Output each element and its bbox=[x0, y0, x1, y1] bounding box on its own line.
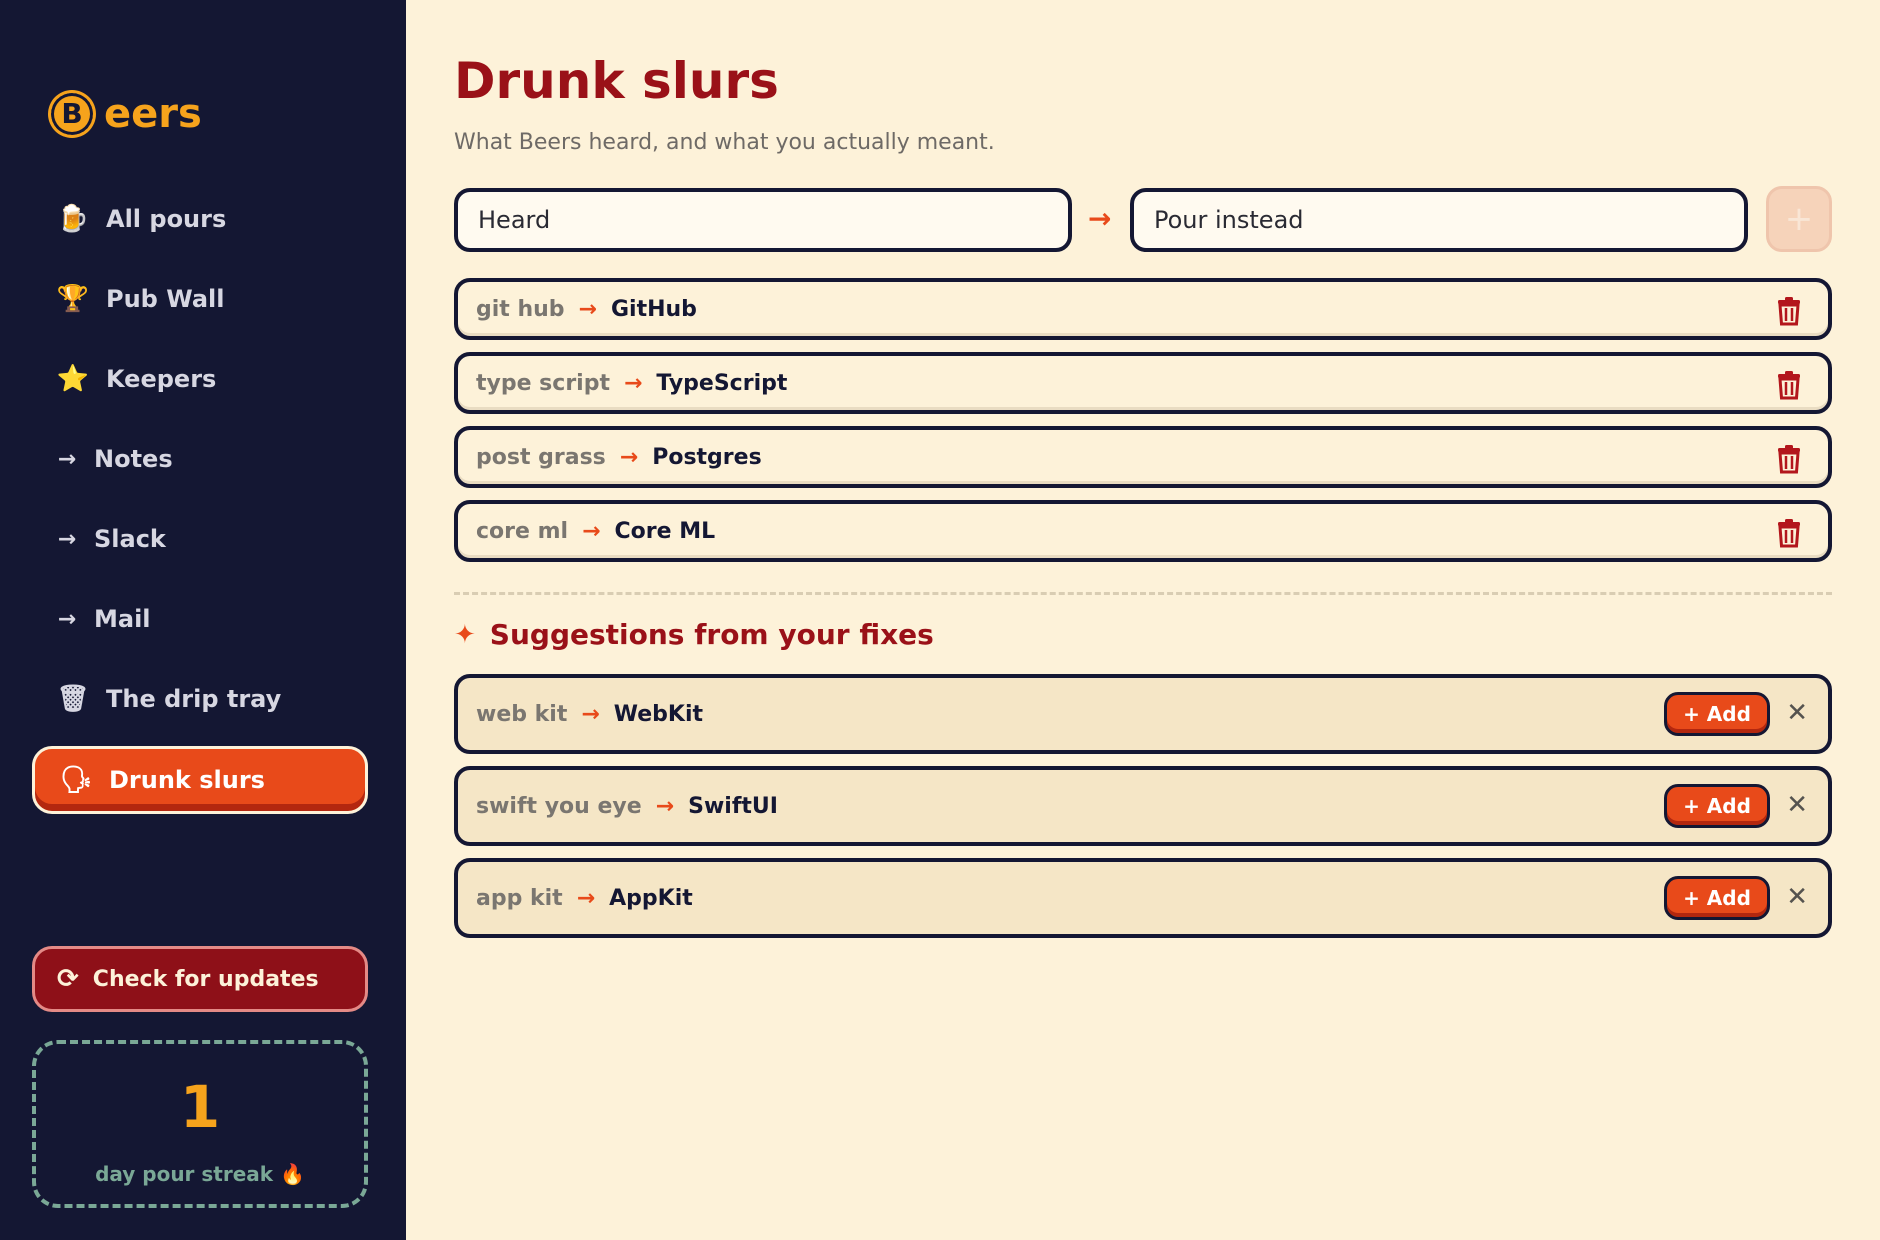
streak-count: 1 bbox=[179, 1073, 221, 1141]
add-rule-row: → + bbox=[454, 186, 1832, 252]
app-logo[interactable]: B eers bbox=[48, 90, 202, 138]
sidebar-item-label: Pub Wall bbox=[106, 285, 225, 313]
dismiss-icon[interactable]: ✕ bbox=[1786, 884, 1808, 910]
logo-badge-icon: B bbox=[48, 90, 96, 138]
add-suggestion-button[interactable]: + Add bbox=[1664, 692, 1770, 736]
star-icon: ⭐ bbox=[56, 364, 90, 394]
sidebar-item-all-pours[interactable]: 🍺 All pours bbox=[32, 186, 368, 252]
refresh-icon: ⟳ bbox=[57, 964, 79, 994]
rule-heard: type script bbox=[476, 370, 610, 396]
add-suggestion-button[interactable]: + Add bbox=[1664, 784, 1770, 828]
rule-pour: TypeScript bbox=[656, 370, 788, 396]
arrow-right-icon: → bbox=[581, 701, 600, 727]
arrow-right-icon: → bbox=[576, 885, 596, 911]
page-subtitle: What Beers heard, and what you actually … bbox=[454, 130, 995, 155]
sidebar-item-drip-tray[interactable]: 🗑 The drip tray bbox=[32, 666, 368, 732]
add-rule-button[interactable]: + bbox=[1766, 186, 1832, 252]
arrow-right-icon: → bbox=[619, 444, 639, 470]
rule-pour: GitHub bbox=[610, 296, 697, 322]
speaking-head-icon: 🗣 bbox=[59, 765, 93, 795]
sidebar-item-slack[interactable]: → Slack bbox=[32, 506, 368, 572]
plus-icon: + bbox=[1784, 199, 1814, 239]
page-title: Drunk slurs bbox=[454, 52, 779, 110]
rule-pour: Postgres bbox=[652, 444, 762, 470]
arrow-right-icon: → bbox=[655, 793, 675, 819]
sidebar-item-label: Notes bbox=[94, 445, 173, 473]
suggestion-row: web kit → WebKit + Add ✕ bbox=[454, 674, 1832, 754]
rule-heard: post grass bbox=[476, 444, 606, 470]
arrow-right-icon: → bbox=[57, 446, 77, 472]
rule-row: post grass → Postgres bbox=[454, 426, 1832, 488]
sidebar-item-label: The drip tray bbox=[106, 685, 282, 713]
suggestions-heading: ✦ Suggestions from your fixes bbox=[454, 618, 934, 651]
sidebar-item-pub-wall[interactable]: 🏆 Pub Wall bbox=[32, 266, 368, 332]
trash-icon[interactable] bbox=[1776, 444, 1802, 474]
trash-icon[interactable] bbox=[1776, 370, 1802, 400]
rule-heard: core ml bbox=[476, 518, 569, 544]
arrow-right-icon: → bbox=[578, 296, 597, 322]
streak-label: day pour streak 🔥 bbox=[95, 1162, 305, 1186]
trash-can-icon: 🗑 bbox=[56, 684, 90, 714]
suggestion-list: web kit → WebKit + Add ✕ swift you eye →… bbox=[454, 674, 1832, 950]
arrow-right-icon: → bbox=[57, 526, 77, 552]
suggestion-heard: web kit bbox=[476, 701, 568, 727]
sidebar-item-label: Mail bbox=[94, 605, 151, 633]
suggestions-title: Suggestions from your fixes bbox=[489, 618, 934, 651]
trash-icon[interactable] bbox=[1776, 296, 1802, 326]
sidebar-item-keepers[interactable]: ⭐ Keepers bbox=[32, 346, 368, 412]
sidebar-item-label: Drunk slurs bbox=[109, 766, 265, 794]
pour-streak-card: 1 day pour streak 🔥 bbox=[32, 1040, 368, 1208]
suggestion-row: app kit → AppKit + Add ✕ bbox=[454, 858, 1832, 938]
logo-letter: B bbox=[61, 97, 83, 130]
rule-heard: git hub bbox=[476, 296, 565, 322]
dismiss-icon[interactable]: ✕ bbox=[1786, 700, 1808, 726]
suggestion-heard: app kit bbox=[476, 885, 563, 911]
trash-icon[interactable] bbox=[1776, 518, 1802, 548]
sidebar-item-label: Slack bbox=[94, 525, 166, 553]
rule-row: type script → TypeScript bbox=[454, 352, 1832, 414]
suggestion-heard: swift you eye bbox=[476, 793, 642, 819]
section-divider bbox=[454, 592, 1832, 595]
suggestion-pour: WebKit bbox=[613, 701, 704, 727]
pour-instead-input[interactable] bbox=[1130, 188, 1748, 252]
sidebar-nav: 🍺 All pours 🏆 Pub Wall ⭐ Keepers → Notes… bbox=[32, 186, 368, 828]
arrow-right-icon: → bbox=[57, 606, 77, 632]
sidebar-item-drunk-slurs[interactable]: 🗣 Drunk slurs bbox=[32, 746, 368, 814]
rule-list: git hub → GitHub type script → TypeScrip… bbox=[454, 278, 1832, 574]
dismiss-icon[interactable]: ✕ bbox=[1786, 792, 1808, 818]
sidebar-item-label: Keepers bbox=[106, 365, 217, 393]
logo-text: eers bbox=[104, 91, 202, 137]
sidebar-item-notes[interactable]: → Notes bbox=[32, 426, 368, 492]
sidebar-item-label: All pours bbox=[106, 205, 227, 233]
arrow-right-icon: → bbox=[582, 518, 601, 544]
trophy-icon: 🏆 bbox=[56, 284, 90, 314]
heard-input[interactable] bbox=[454, 188, 1072, 252]
rule-row: core ml → Core ML bbox=[454, 500, 1832, 562]
check-for-updates-button[interactable]: ⟳ Check for updates bbox=[32, 946, 368, 1012]
suggestion-row: swift you eye → SwiftUI + Add ✕ bbox=[454, 766, 1832, 846]
add-suggestion-button[interactable]: + Add bbox=[1664, 876, 1770, 920]
rule-row: git hub → GitHub bbox=[454, 278, 1832, 340]
sidebar: B eers 🍺 All pours 🏆 Pub Wall ⭐ Keepers … bbox=[0, 0, 406, 1240]
arrow-right-icon: → bbox=[623, 370, 643, 396]
rule-pour: Core ML bbox=[614, 518, 716, 544]
suggestion-pour: SwiftUI bbox=[688, 793, 778, 819]
update-button-label: Check for updates bbox=[92, 966, 319, 992]
sparkle-icon: ✦ bbox=[454, 619, 476, 650]
suggestion-pour: AppKit bbox=[609, 885, 693, 911]
arrow-right-icon: → bbox=[1088, 202, 1112, 235]
sidebar-item-mail[interactable]: → Mail bbox=[32, 586, 368, 652]
beer-mug-icon: 🍺 bbox=[56, 204, 90, 234]
